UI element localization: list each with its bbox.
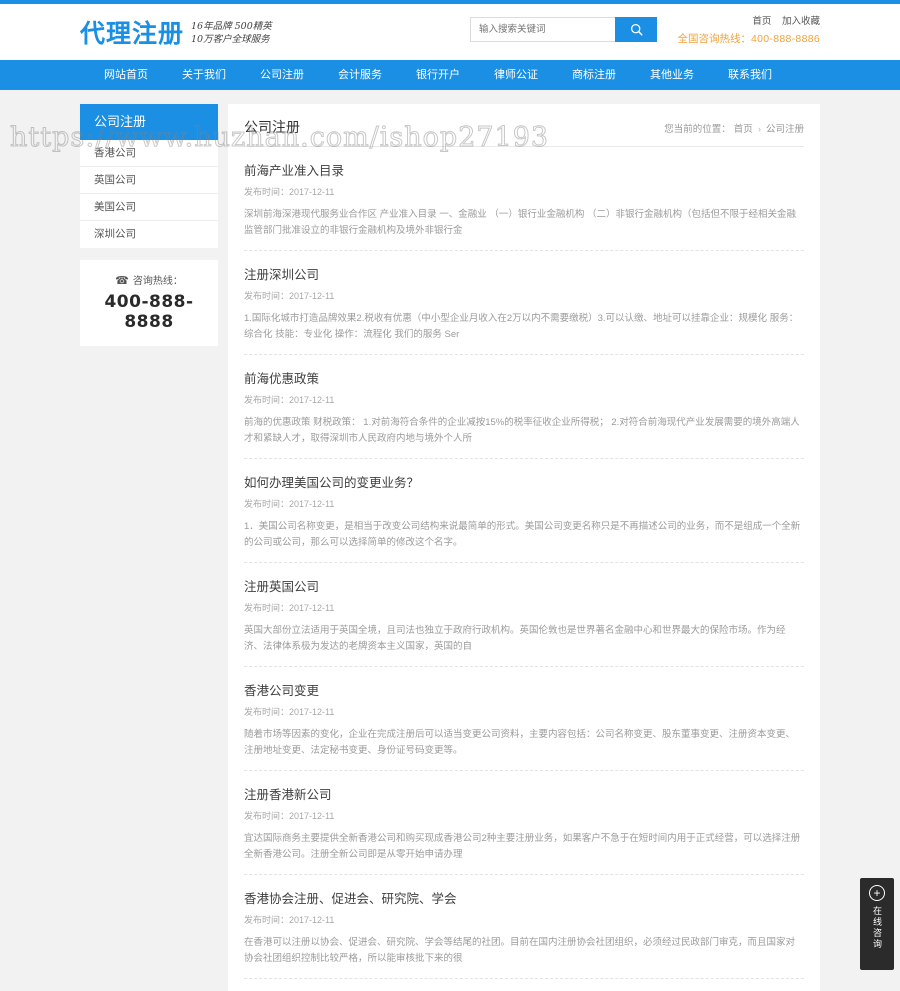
article-list-item[interactable]: 如何办理美国公司的变更业务？ 发布时间：2017-12-11 1．美国公司名称变… — [244, 459, 804, 563]
sidebar-item-uk[interactable]: 英国公司 — [80, 167, 218, 194]
article-date: 发布时间：2017-12-11 — [244, 601, 804, 614]
sidebar-contact-label: ☎ 咨询热线： — [80, 272, 218, 287]
search-box — [470, 17, 657, 42]
article-list-item[interactable]: 注册英国公司 发布时间：2017-12-11 英国大部份立法适用于英国全境，且司… — [244, 563, 804, 667]
article-date: 发布时间：2017-12-11 — [244, 809, 804, 822]
article-title[interactable]: 注册英国公司 — [244, 576, 804, 595]
nav-item-home[interactable]: 网站首页 — [80, 60, 165, 90]
article-description: 英国大部份立法适用于英国全境，且司法也独立于政府行政机构。英国伦敦也是世界著名金… — [244, 625, 786, 652]
article-list-item[interactable]: 香港协会注册、促进会、研究院、学会 发布时间：2017-12-11 在香港可以注… — [244, 875, 804, 979]
hotline-label: 全国咨询热线： — [677, 33, 752, 45]
article-date-label: 发布时间： — [244, 499, 290, 509]
slogan-line-2: 10万客户全球服务 — [191, 34, 270, 45]
article-date-value: 2017-12-11 — [289, 187, 335, 197]
article-date-value: 2017-12-11 — [289, 603, 335, 613]
nav-item-trademark[interactable]: 商标注册 — [555, 60, 633, 90]
breadcrumb-home[interactable]: 首页 — [734, 124, 753, 135]
article-date-value: 2017-12-11 — [289, 291, 335, 301]
header-hotline: 全国咨询热线：400-888-8886 — [678, 31, 821, 46]
nav-item-company-registration[interactable]: 公司注册 — [243, 60, 321, 90]
article-date-label: 发布时间： — [244, 291, 290, 301]
search-button[interactable] — [615, 17, 657, 42]
article-title[interactable]: 前海产业准入目录 — [244, 160, 804, 179]
sidebar-item-shenzhen[interactable]: 深圳公司 — [80, 221, 218, 248]
header-utility-links: 首页 加入收藏 全国咨询热线：400-888-8886 — [678, 13, 821, 46]
slogan-line-1: 16年品牌 500精英 — [191, 21, 272, 32]
telephone-icon: ☎ — [115, 275, 129, 287]
breadcrumb-prefix: 您当前的位置： — [664, 124, 731, 135]
article-date-label: 发布时间： — [244, 603, 290, 613]
article-list-item[interactable]: 香港公司变更 发布时间：2017-12-11 随着市场等因素的变化，企业在完成注… — [244, 667, 804, 771]
article-description: 宜达国际商务主要提供全新香港公司和购买现成香港公司2种主要注册业务，如果客户不急… — [244, 833, 801, 860]
article-date-value: 2017-12-11 — [289, 915, 335, 925]
page-title: 公司注册 — [244, 119, 300, 135]
article-date-label: 发布时间： — [244, 187, 290, 197]
logo-text: 代理注册 — [80, 19, 185, 48]
article-description: 1.国际化城市打造品牌效果2.税收有优惠（中小型企业月收入在2万以内不需要缴税）… — [244, 313, 799, 340]
article-list-item[interactable]: 注册深圳公司 发布时间：2017-12-11 1.国际化城市打造品牌效果2.税收… — [244, 251, 804, 355]
article-list-item[interactable]: 前海优惠政策 发布时间：2017-12-11 前海的优惠政策 财税政策： 1.对… — [244, 355, 804, 459]
article-date-label: 发布时间： — [244, 811, 290, 821]
top-link-favorite[interactable]: 加入收藏 — [782, 16, 820, 27]
article-date: 发布时间：2017-12-11 — [244, 913, 804, 926]
sidebar-contact-text: 咨询热线： — [132, 276, 183, 287]
breadcrumb-current: 公司注册 — [765, 124, 804, 135]
article-date-value: 2017-12-11 — [289, 395, 335, 405]
online-consult-label: 在线咨询 — [872, 906, 882, 950]
sidebar-item-hongkong[interactable]: 香港公司 — [80, 140, 218, 167]
hotline-number: 400-888-8886 — [751, 33, 820, 45]
search-input[interactable] — [470, 17, 615, 42]
article-date-value: 2017-12-11 — [289, 499, 335, 509]
article-description: 深圳前海深港现代服务业合作区 产业准入目录 一、金融业 （一）银行业金融机构 （… — [244, 209, 797, 236]
article-list-item[interactable]: 前海产业准入目录 发布时间：2017-12-11 深圳前海深港现代服务业合作区 … — [244, 147, 804, 251]
article-description: 前海的优惠政策 财税政策： 1.对前海符合条件的企业减按15%的税率征收企业所得… — [244, 417, 800, 444]
article-date-value: 2017-12-11 — [289, 811, 335, 821]
main-area: 公司注册 香港公司 英国公司 美国公司 深圳公司 ☎ 咨询热线： 400-888-… — [80, 104, 820, 991]
breadcrumb: 您当前的位置： 首页 › 公司注册 — [664, 121, 804, 135]
article-date-label: 发布时间： — [244, 707, 290, 717]
sidebar-contact-number: 400-888-8888 — [104, 292, 194, 332]
article-date: 发布时间：2017-12-11 — [244, 185, 804, 198]
logo-slogan: 16年品牌 500精英 10万客户全球服务 — [191, 18, 272, 46]
article-date-label: 发布时间： — [244, 915, 290, 925]
search-icon — [630, 23, 643, 36]
article-description: 随着市场等因素的变化，企业在完成注册后可以适当变更公司资料，主要内容包括：公司名… — [244, 729, 796, 756]
article-list-item[interactable]: 注册香港新公司 发布时间：2017-12-11 宜达国际商务主要提供全新香港公司… — [244, 771, 804, 875]
article-title[interactable]: 注册深圳公司 — [244, 264, 804, 283]
article-title[interactable]: 前海优惠政策 — [244, 368, 804, 387]
article-description: 1．美国公司名称变更，是相当于改变公司结构来说最简单的形式。美国公司变更名称只是… — [244, 521, 801, 548]
nav-item-notarization[interactable]: 律师公证 — [477, 60, 555, 90]
sidebar-item-usa[interactable]: 美国公司 — [80, 194, 218, 221]
article-date: 发布时间：2017-12-11 — [244, 393, 804, 406]
nav-item-accounting[interactable]: 会计服务 — [321, 60, 399, 90]
site-logo[interactable]: 代理注册 16年品牌 500精英 10万客户全球服务 — [80, 14, 272, 50]
content-panel: 公司注册 您当前的位置： 首页 › 公司注册 前海产业准入目录 发布时间：2017-1… — [228, 104, 820, 991]
article-date-label: 发布时间： — [244, 395, 290, 405]
article-date-value: 2017-12-11 — [289, 707, 335, 717]
article-date: 发布时间：2017-12-11 — [244, 497, 804, 510]
article-date: 发布时间：2017-12-11 — [244, 705, 804, 718]
article-title[interactable]: 香港公司变更 — [244, 680, 804, 699]
sidebar-list: 香港公司 英国公司 美国公司 深圳公司 — [80, 140, 218, 248]
online-consult-widget[interactable]: + 在线咨询 — [860, 878, 894, 970]
article-title[interactable]: 如何办理美国公司的变更业务？ — [244, 472, 804, 491]
sidebar-contact-card: ☎ 咨询热线： 400-888-8888 — [80, 260, 218, 346]
nav-item-bank-account[interactable]: 银行开户 — [399, 60, 477, 90]
article-title[interactable]: 香港协会注册、促进会、研究院、学会 — [244, 888, 804, 907]
site-header: 代理注册 16年品牌 500精英 10万客户全球服务 首页 — [0, 4, 900, 60]
article-title[interactable]: 注册香港新公司 — [244, 784, 804, 803]
plus-icon: + — [869, 885, 885, 901]
top-link-home[interactable]: 首页 — [752, 16, 771, 27]
page-root: 代理注册 16年品牌 500精英 10万客户全球服务 首页 — [0, 0, 900, 991]
nav-item-contact[interactable]: 联系我们 — [711, 60, 789, 90]
nav-item-about[interactable]: 关于我们 — [165, 60, 243, 90]
article-date: 发布时间：2017-12-11 — [244, 289, 804, 302]
main-navigation: 网站首页 关于我们 公司注册 会计服务 银行开户 律师公证 商标注册 其他业务 … — [0, 60, 900, 90]
sidebar: 公司注册 香港公司 英国公司 美国公司 深圳公司 ☎ 咨询热线： 400-888-… — [80, 104, 218, 346]
breadcrumb-separator: › — [757, 124, 761, 135]
sidebar-header: 公司注册 — [80, 104, 218, 140]
nav-item-other-services[interactable]: 其他业务 — [633, 60, 711, 90]
content-header: 公司注册 您当前的位置： 首页 › 公司注册 — [244, 104, 804, 147]
article-description: 在香港可以注册以协会、促进会、研究院、学会等结尾的社团。目前在国内注册协会社团组… — [244, 937, 796, 964]
